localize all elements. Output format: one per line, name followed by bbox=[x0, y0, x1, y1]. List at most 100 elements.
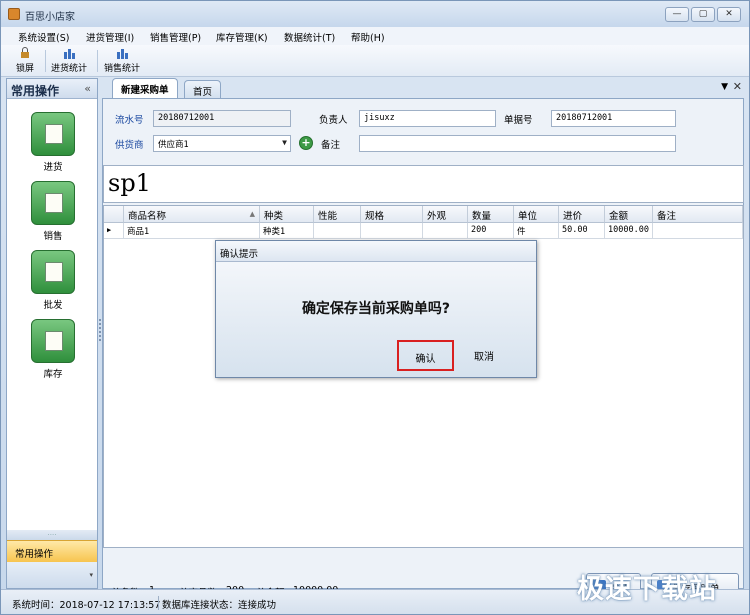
sales-icon bbox=[31, 181, 75, 225]
dialog-body: 确定保存当前采购单吗? 确认 取消 bbox=[216, 262, 536, 377]
column-header[interactable]: 进价 bbox=[559, 206, 605, 223]
column-header[interactable]: 数量 bbox=[468, 206, 514, 223]
menu-purchase-management[interactable]: 进货管理(I) bbox=[86, 30, 134, 44]
menu-statistics[interactable]: 数据统计(T) bbox=[284, 30, 335, 44]
manager-field[interactable]: jisuxz bbox=[359, 110, 496, 127]
purchase-stats-label: 进货统计 bbox=[51, 64, 88, 74]
table-cell[interactable]: 件 bbox=[514, 223, 559, 239]
sales-stats-label: 销售统计 bbox=[104, 64, 141, 74]
column-header[interactable]: 金额 bbox=[605, 206, 653, 223]
toolbar-separator bbox=[97, 50, 98, 72]
serial-field[interactable]: 20180712001 bbox=[153, 110, 291, 127]
sidebar-item-inventory[interactable]: 库存 bbox=[31, 319, 75, 380]
system-time: 系统时间：2018-07-12 17:13:57 bbox=[12, 600, 161, 611]
dialog-message: 确定保存当前采购单吗? bbox=[301, 301, 451, 317]
window-title: 百思小店家 bbox=[25, 12, 75, 23]
watermark: 极速下载站 bbox=[577, 574, 717, 605]
sidebar-common-label: 常用操作 bbox=[15, 549, 54, 560]
close-window-button[interactable]: ✕ bbox=[717, 7, 741, 22]
bill-number-field[interactable]: 20180712001 bbox=[551, 110, 676, 127]
sidebar-item-wholesale[interactable]: 批发 bbox=[31, 250, 75, 311]
column-header[interactable]: 商品名称 ▲ bbox=[124, 206, 260, 223]
purchase-icon bbox=[31, 112, 75, 156]
column-header[interactable]: 单位 bbox=[514, 206, 559, 223]
confirm-button[interactable]: 确认 bbox=[397, 340, 454, 371]
bar-chart-icon bbox=[64, 49, 75, 59]
db-status: 数据库连接状态：连接成功 bbox=[162, 600, 277, 611]
table-cell[interactable]: 商品1 bbox=[124, 223, 260, 239]
supplier-select[interactable]: 供应商1 ▼ bbox=[153, 135, 291, 152]
maximize-button[interactable]: ▢ bbox=[691, 7, 715, 22]
column-header[interactable]: 外观 bbox=[423, 206, 468, 223]
row-header-corner bbox=[104, 206, 124, 223]
row-selector-icon[interactable]: ▶ bbox=[104, 223, 124, 239]
column-header-label: 商品名称 bbox=[128, 211, 167, 222]
purchase-stats-button[interactable]: 进货统计 bbox=[51, 47, 87, 74]
status-separator bbox=[158, 596, 159, 610]
remark-field[interactable] bbox=[359, 135, 676, 152]
sidebar-body: 进货 销售 批发 库存 bbox=[7, 100, 97, 530]
confirm-dialog: 确认提示 确定保存当前采购单吗? 确认 取消 bbox=[215, 240, 537, 378]
app-window: 百思小店家 — ▢ ✕ 系统设置(S) 进货管理(I) 销售管理(P) 库存管理… bbox=[0, 0, 750, 615]
table-cell[interactable] bbox=[423, 223, 468, 239]
bill-number-label: 单据号 bbox=[504, 115, 533, 126]
manager-label: 负责人 bbox=[319, 115, 348, 126]
app-logo-icon bbox=[8, 8, 20, 20]
column-header[interactable]: 规格 bbox=[361, 206, 423, 223]
sidebar-item-purchase[interactable]: 进货 bbox=[31, 112, 75, 173]
toolbar: 锁屏 进货统计 销售统计 bbox=[1, 45, 749, 77]
tab-new-purchase-order[interactable]: 新建采购单 bbox=[112, 78, 178, 98]
sidebar-footer: ▾ bbox=[7, 562, 97, 588]
sidebar-title: 常用操作 bbox=[11, 84, 60, 98]
sidebar-splitter[interactable]: .... bbox=[7, 530, 97, 540]
column-header[interactable]: 性能 bbox=[314, 206, 361, 223]
sidebar: 常用操作 « 进货 销售 批发 库存 .... 常用操作 ▾ bbox=[6, 78, 98, 589]
add-supplier-icon[interactable]: + bbox=[299, 136, 313, 150]
lock-icon bbox=[21, 47, 29, 58]
sidebar-item-label: 进货 bbox=[43, 162, 63, 173]
dialog-title: 确认提示 bbox=[220, 249, 259, 260]
table-cell[interactable] bbox=[361, 223, 423, 239]
table-cell[interactable] bbox=[653, 223, 743, 239]
wholesale-icon bbox=[31, 250, 75, 294]
remark-label: 备注 bbox=[321, 140, 341, 151]
column-header[interactable]: 种类 bbox=[260, 206, 314, 223]
cancel-button[interactable]: 取消 bbox=[474, 348, 494, 363]
barcode-input[interactable]: sp1 bbox=[103, 165, 744, 203]
table-cell[interactable]: 10000.00 bbox=[605, 223, 653, 239]
table-cell[interactable] bbox=[314, 223, 361, 239]
splitter-grip[interactable] bbox=[99, 319, 101, 341]
menu-system-settings[interactable]: 系统设置(S) bbox=[18, 30, 69, 44]
inventory-icon bbox=[31, 319, 75, 363]
tab-home[interactable]: 首页 bbox=[184, 80, 222, 98]
menu-bar: 系统设置(S) 进货管理(I) 销售管理(P) 库存管理(K) 数据统计(T) … bbox=[1, 27, 749, 45]
sidebar-item-label: 批发 bbox=[43, 300, 63, 311]
table-cell[interactable]: 200 bbox=[468, 223, 514, 239]
table-cell[interactable]: 种类1 bbox=[260, 223, 314, 239]
sort-icon: ▲ bbox=[249, 210, 255, 218]
close-tab-icon[interactable]: ✕ bbox=[733, 80, 742, 93]
sidebar-item-sales[interactable]: 销售 bbox=[31, 181, 75, 242]
collapse-icon[interactable]: « bbox=[84, 82, 91, 95]
sidebar-item-label: 库存 bbox=[43, 369, 63, 380]
serial-label: 流水号 bbox=[115, 115, 144, 126]
chevron-down-icon: ▼ bbox=[282, 138, 287, 147]
bar-chart-icon bbox=[117, 49, 128, 59]
chevron-down-icon[interactable]: ▾ bbox=[89, 571, 93, 579]
minimize-button[interactable]: — bbox=[665, 7, 689, 22]
lock-screen-button[interactable]: 锁屏 bbox=[16, 47, 34, 74]
sidebar-common-section[interactable]: 常用操作 bbox=[7, 540, 97, 562]
menu-help[interactable]: 帮助(H) bbox=[351, 30, 385, 44]
column-header[interactable]: 备注 bbox=[653, 206, 743, 223]
menu-sales-management[interactable]: 销售管理(P) bbox=[150, 30, 201, 44]
sidebar-item-label: 销售 bbox=[43, 231, 63, 242]
tab-list-icon[interactable]: ▼ bbox=[721, 82, 728, 92]
lock-screen-label: 锁屏 bbox=[16, 64, 35, 74]
tab-bar: 新建采购单 首页 ▼ ✕ bbox=[102, 78, 744, 98]
sales-stats-button[interactable]: 销售统计 bbox=[104, 47, 140, 74]
menu-inventory-management[interactable]: 库存管理(K) bbox=[216, 30, 268, 44]
table-cell[interactable]: 50.00 bbox=[559, 223, 605, 239]
supplier-value: 供应商1 bbox=[158, 140, 189, 150]
dialog-title-bar: 确认提示 bbox=[216, 241, 536, 262]
sidebar-header: 常用操作 « bbox=[7, 79, 97, 99]
